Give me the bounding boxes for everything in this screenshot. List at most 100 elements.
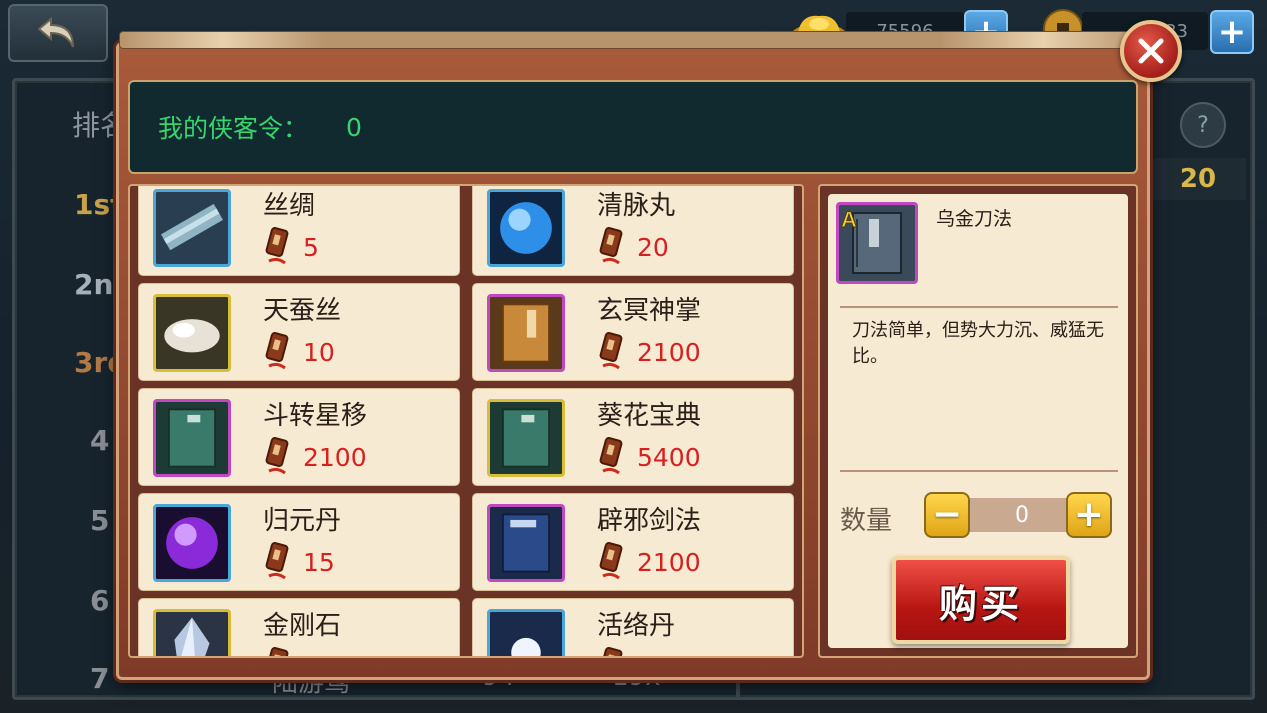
- modal-top-ornament: [119, 31, 1147, 49]
- silk-roll-icon: [156, 192, 228, 264]
- item-price: 20: [637, 232, 669, 262]
- detail-description: 刀法简单，但势大力沉、威猛无比。: [852, 320, 1104, 367]
- item-price-row: 2100: [597, 542, 701, 582]
- item-price: 15: [637, 653, 669, 657]
- purple-orb-icon: [156, 507, 228, 579]
- pearl-icon: [490, 612, 562, 656]
- close-button[interactable]: [1120, 20, 1182, 82]
- xiake-token-icon: [599, 647, 623, 656]
- item-name: 丝绸: [263, 191, 316, 221]
- blue-orb-icon: [490, 192, 562, 264]
- xiake-token-icon: [599, 227, 623, 265]
- orange-book-icon: [490, 297, 562, 369]
- item-icon: [487, 189, 565, 267]
- item-card[interactable]: 丝绸 5: [138, 186, 460, 276]
- xiake-token-icon: [265, 647, 289, 656]
- item-name: 活络丹: [597, 611, 676, 641]
- quantity-label: 数量: [840, 506, 893, 536]
- detail-divider-top: [840, 306, 1118, 308]
- back-button[interactable]: [8, 4, 108, 62]
- item-price: 10: [303, 337, 335, 367]
- item-price-row: 5400: [597, 437, 701, 477]
- xiake-token-icon: [599, 542, 623, 580]
- item-price: 15: [303, 653, 335, 657]
- detail-item-icon: A: [836, 202, 918, 284]
- token-balance-bar: 我的侠客令： 0: [128, 80, 1138, 174]
- item-list[interactable]: 丝绸 5 清脉丸 20 天蚕丝 10 玄冥神掌 2100 斗转星移 2100 葵花宝典 5400 归元丹…: [128, 184, 804, 658]
- xiake-token-icon: [265, 542, 289, 580]
- item-card[interactable]: 辟邪剑法 2100: [472, 493, 794, 591]
- green-book-icon: [490, 402, 562, 474]
- item-price-row: 15: [263, 542, 335, 582]
- item-card[interactable]: 清脉丸 20: [472, 186, 794, 276]
- right-value: 20: [1150, 158, 1246, 200]
- item-name: 金刚石: [263, 611, 342, 641]
- xiake-token-icon: [265, 437, 289, 475]
- token-label: 我的侠客令：: [158, 114, 309, 143]
- item-card[interactable]: 斗转星移 2100: [138, 388, 460, 486]
- buy-button[interactable]: 购买: [892, 556, 1070, 644]
- manual-book-icon: A: [839, 205, 915, 281]
- detail-divider-bottom: [840, 470, 1118, 472]
- detail-inner: A 乌金刀法 刀法简单，但势大力沉、威猛无比。 数量 − 0 + 购买: [828, 194, 1128, 648]
- item-price: 2100: [637, 547, 701, 577]
- token-value: 0: [346, 112, 362, 142]
- item-price-row: 10: [263, 332, 335, 372]
- quantity-plus-button[interactable]: +: [1066, 492, 1112, 538]
- item-price-row: 20: [597, 227, 669, 267]
- blue-book-icon: [490, 507, 562, 579]
- item-icon: [153, 399, 231, 477]
- item-name: 斗转星移: [263, 401, 368, 431]
- item-icon: [487, 294, 565, 372]
- item-price: 15: [303, 547, 335, 577]
- item-name: 葵花宝典: [597, 401, 702, 431]
- item-card[interactable]: 玄冥神掌 2100: [472, 283, 794, 381]
- detail-grade-badge: A: [841, 207, 857, 232]
- item-card[interactable]: 金刚石 15: [138, 598, 460, 657]
- item-card[interactable]: 活络丹 15: [472, 598, 794, 657]
- item-price: 5400: [637, 442, 701, 472]
- item-price-row: 15: [597, 647, 669, 657]
- xiake-token-icon: [599, 437, 623, 475]
- item-icon: [153, 609, 231, 656]
- item-price-row: 2100: [263, 437, 367, 477]
- item-price-row: 5: [263, 227, 319, 267]
- add-coin-button[interactable]: +: [1210, 10, 1254, 54]
- item-name: 清脉丸: [597, 191, 676, 221]
- item-icon: [153, 504, 231, 582]
- item-card[interactable]: 葵花宝典 5400: [472, 388, 794, 486]
- rank-7: 7: [90, 662, 110, 695]
- item-price: 2100: [303, 442, 367, 472]
- item-icon: [153, 294, 231, 372]
- item-detail-panel: A 乌金刀法 刀法简单，但势大力沉、威猛无比。 数量 − 0 + 购买: [818, 184, 1138, 658]
- close-icon: [1138, 38, 1164, 64]
- item-name: 玄冥神掌: [597, 296, 702, 326]
- back-arrow-icon: [37, 16, 74, 48]
- quantity-minus-button[interactable]: −: [924, 492, 970, 538]
- item-name: 归元丹: [263, 506, 342, 536]
- item-name: 辟邪剑法: [597, 506, 702, 536]
- item-icon: [153, 189, 231, 267]
- item-name: 天蚕丝: [263, 296, 342, 326]
- crystal-icon: [156, 612, 228, 656]
- detail-item-name: 乌金刀法: [936, 208, 1013, 230]
- quantity-field[interactable]: 0: [970, 498, 1074, 532]
- help-button[interactable]: ?: [1180, 102, 1226, 148]
- item-price-row: 15: [263, 647, 335, 657]
- item-price-row: 2100: [597, 332, 701, 372]
- item-icon: [487, 504, 565, 582]
- green-book-icon: [156, 402, 228, 474]
- rank-4: 4: [90, 424, 110, 457]
- rank-5: 5: [90, 504, 110, 537]
- item-icon: [487, 609, 565, 656]
- xiake-token-icon: [265, 227, 289, 265]
- rank-6: 6: [90, 584, 110, 617]
- item-price: 5: [303, 232, 319, 262]
- item-card[interactable]: 天蚕丝 10: [138, 283, 460, 381]
- xiake-token-icon: [599, 332, 623, 370]
- xiake-token-icon: [265, 332, 289, 370]
- item-card[interactable]: 归元丹 15: [138, 493, 460, 591]
- item-icon: [487, 399, 565, 477]
- silk-cotton-icon: [156, 297, 228, 369]
- item-price: 2100: [637, 337, 701, 367]
